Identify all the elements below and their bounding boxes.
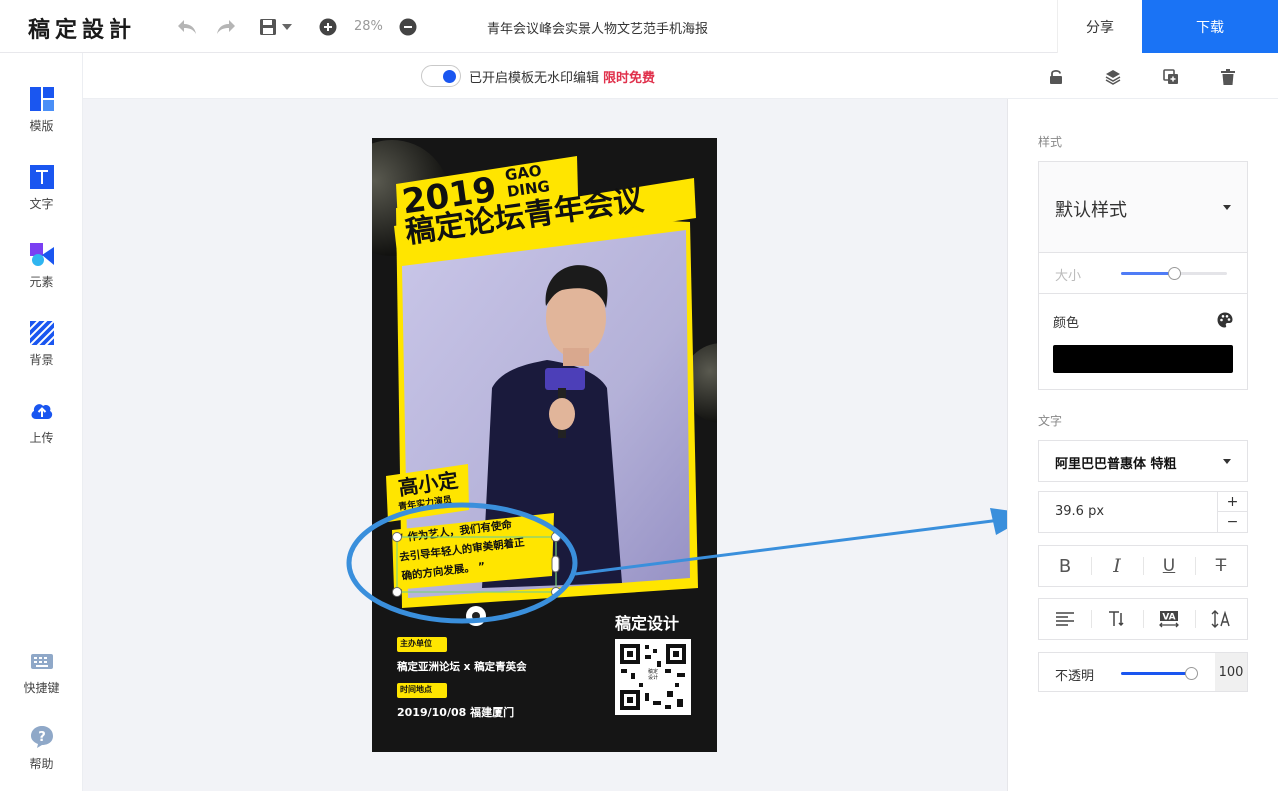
color-swatch[interactable] — [1053, 345, 1233, 373]
svg-text:VA: VA — [1162, 613, 1175, 623]
text-section-title: 文字 — [1038, 414, 1063, 428]
font-family-dropdown[interactable]: 阿里巴巴普惠体 特粗 — [1038, 440, 1248, 482]
bold-icon[interactable]: B — [1039, 545, 1091, 587]
font-size-stepper: + − — [1217, 492, 1247, 532]
size-slider-thumb[interactable] — [1168, 267, 1181, 280]
opacity-row: 不透明 100 — [1038, 652, 1248, 692]
style-section-title: 样式 — [1038, 135, 1063, 149]
italic-icon[interactable]: I — [1091, 545, 1143, 587]
opacity-slider[interactable] — [1121, 667, 1198, 680]
size-slider[interactable] — [1121, 267, 1227, 280]
annotation-arrow-line — [574, 518, 1001, 576]
align-left-icon[interactable] — [1039, 598, 1091, 640]
increase-font-size-button[interactable]: + — [1218, 492, 1247, 512]
font-family-value: 阿里巴巴普惠体 特粗 — [1055, 457, 1177, 472]
text-layout-toolbar: VA — [1038, 598, 1248, 640]
annotation-ellipse — [346, 502, 578, 624]
chevron-down-icon — [1223, 205, 1231, 210]
letter-spacing-icon[interactable]: VA — [1143, 598, 1195, 640]
decrease-font-size-button[interactable]: − — [1218, 512, 1247, 532]
color-label: 颜色 — [1053, 316, 1080, 331]
style-panel: 默认样式 大小 颜色 — [1038, 161, 1248, 390]
chevron-down-icon — [1223, 459, 1231, 464]
style-value: 默认样式 — [1055, 200, 1127, 221]
opacity-slider-thumb[interactable] — [1185, 667, 1198, 680]
line-height-icon[interactable] — [1195, 598, 1247, 640]
font-size-input[interactable]: 39.6 px + − — [1038, 491, 1248, 533]
selection-handles — [392, 532, 561, 597]
opacity-value[interactable]: 100 — [1215, 653, 1247, 691]
underline-icon[interactable]: U — [1143, 545, 1195, 587]
vertical-text-icon[interactable] — [1091, 598, 1143, 640]
style-dropdown[interactable]: 默认样式 — [1039, 162, 1247, 253]
palette-icon[interactable] — [1217, 312, 1233, 328]
strikethrough-icon[interactable]: T — [1195, 545, 1247, 587]
opacity-label: 不透明 — [1055, 669, 1095, 684]
selection-box — [396, 536, 557, 593]
color-row: 颜色 — [1039, 294, 1247, 390]
font-size-value: 39.6 px — [1055, 504, 1105, 519]
properties-panel: 样式 默认样式 大小 颜色 文字 阿里巴巴普惠体 特粗 39.6 px + − … — [1007, 99, 1278, 791]
text-format-toolbar: B I U T — [1038, 545, 1248, 587]
size-row: 大小 — [1039, 253, 1247, 294]
size-label: 大小 — [1055, 269, 1082, 284]
